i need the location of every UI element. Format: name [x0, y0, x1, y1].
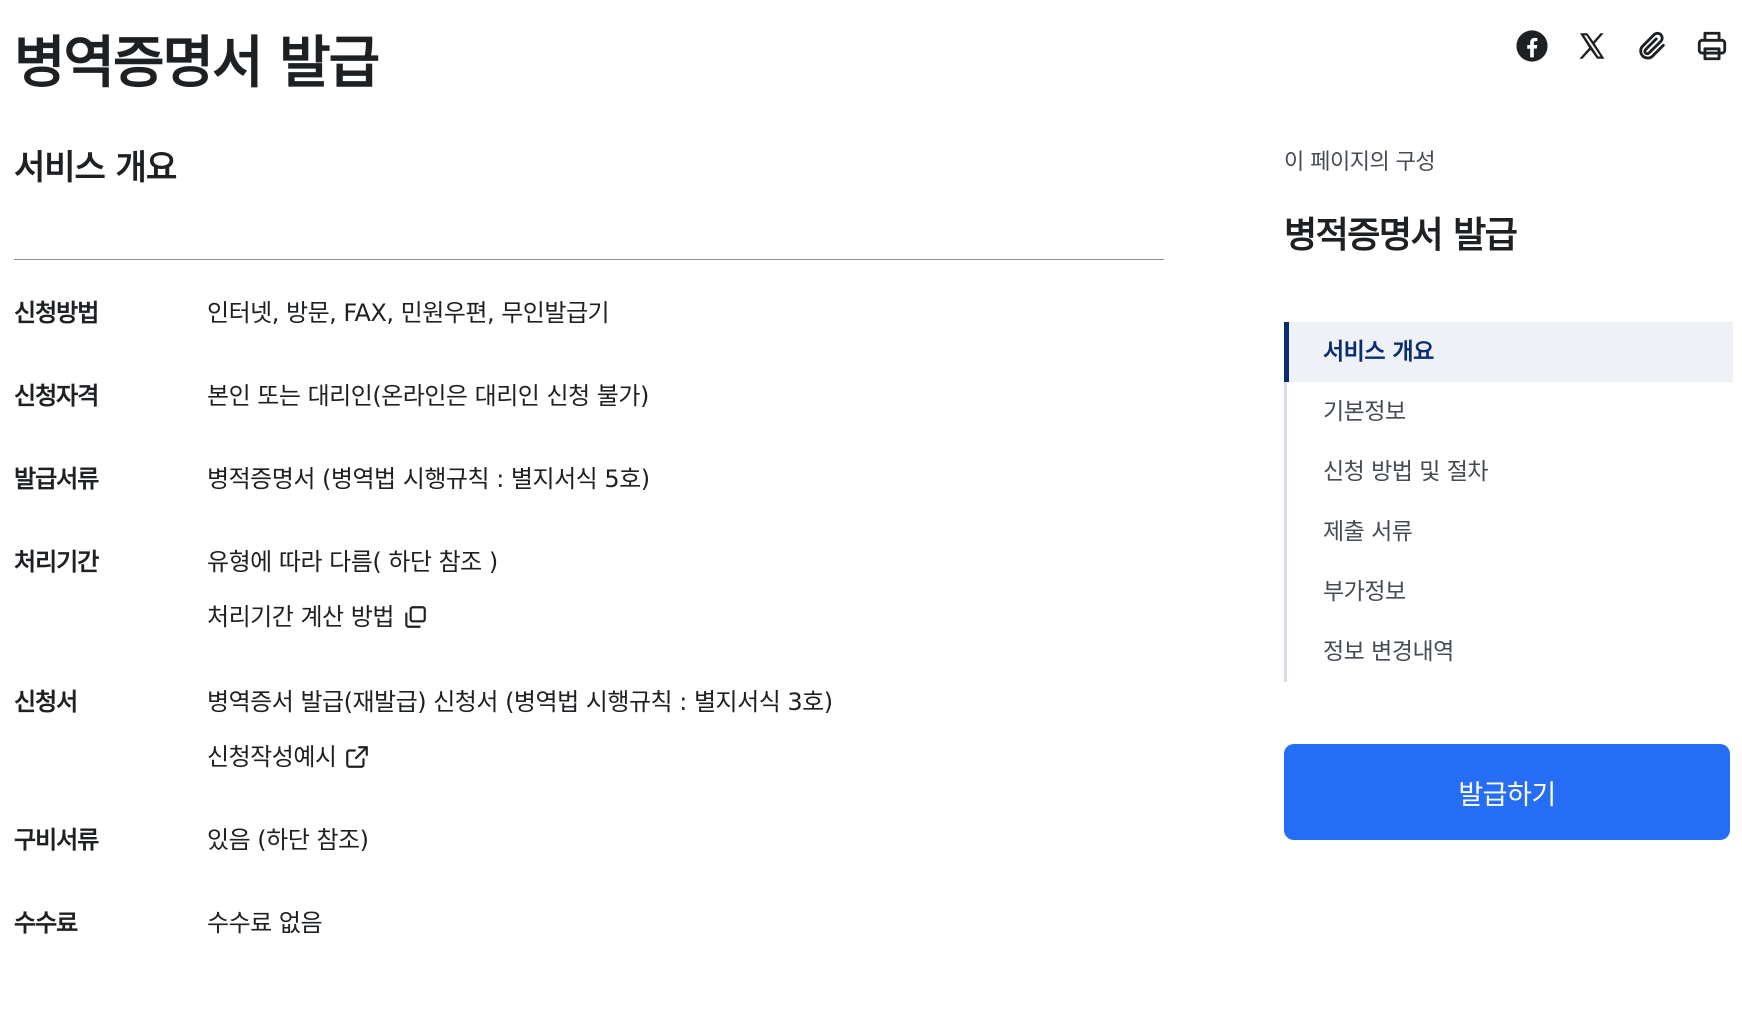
x-twitter-icon: [1579, 33, 1605, 59]
row-label: 구비서류: [14, 826, 99, 854]
external-link-icon: [346, 746, 369, 768]
row-value: 수수료 없음: [207, 909, 323, 937]
printer-icon: [1697, 31, 1727, 61]
link-label: 처리기간 계산 방법: [207, 603, 394, 631]
issue-button[interactable]: 발급하기: [1284, 744, 1730, 840]
row-value: 유형에 따라 다름( 하단 참조 ): [207, 548, 498, 576]
row-label: 수수료: [14, 909, 78, 937]
paperclip-icon: [1639, 31, 1665, 60]
row-label: 발급서류: [14, 465, 99, 493]
toc-item-change-history[interactable]: 정보 변경내역: [1287, 622, 1733, 682]
section-title: 서비스 개요: [14, 148, 177, 188]
toc-item-submission-docs[interactable]: 제출 서류: [1287, 502, 1733, 562]
toc-item-method-procedure[interactable]: 신청 방법 및 절차: [1287, 442, 1733, 502]
row-value: 병역증서 발급(재발급) 신청서 (병역법 시행규칙 : 별지서식 3호): [207, 688, 833, 716]
row-label: 신청방법: [14, 299, 99, 327]
toc-list: 서비스 개요 기본정보 신청 방법 및 절차 제출 서류 부가정보 정보 변경내…: [1284, 322, 1733, 682]
x-share-button[interactable]: [1572, 26, 1612, 66]
toc-caption: 이 페이지의 구성: [1284, 150, 1436, 175]
service-overview-section: 서비스 개요 신청방법 인터넷, 방문, FAX, 민원우편, 무인발급기 신청…: [14, 140, 1164, 937]
section-divider: [14, 259, 1164, 260]
toc-item-additional-info[interactable]: 부가정보: [1287, 562, 1733, 622]
copy-window-icon: [405, 606, 426, 628]
copy-link-button[interactable]: [1632, 26, 1672, 66]
toc-item-service-overview[interactable]: 서비스 개요: [1284, 322, 1733, 382]
row-value: 병적증명서 (병역법 시행규칙 : 별지서식 5호): [207, 465, 650, 493]
toc-item-basic-info[interactable]: 기본정보: [1287, 382, 1733, 442]
row-label: 신청자격: [14, 382, 99, 410]
share-toolbar: [1512, 26, 1732, 66]
facebook-icon: [1516, 30, 1548, 62]
page-toc: 이 페이지의 구성 병적증명서 발급 서비스 개요 기본정보 신청 방법 및 절…: [1284, 144, 1733, 840]
toc-title: 병적증명서 발급: [1284, 215, 1518, 256]
link-label: 신청작성예시: [207, 743, 337, 771]
processing-time-calc-link[interactable]: 처리기간 계산 방법: [207, 600, 428, 634]
row-label: 신청서: [14, 688, 78, 716]
application-example-link[interactable]: 신청작성예시: [207, 740, 370, 774]
row-value: 본인 또는 대리인(온라인은 대리인 신청 불가): [207, 382, 649, 410]
facebook-share-button[interactable]: [1512, 26, 1552, 66]
row-label: 처리기간: [14, 548, 99, 576]
print-button[interactable]: [1692, 26, 1732, 66]
row-value: 있음 (하단 참조): [207, 826, 369, 854]
row-value: 인터넷, 방문, FAX, 민원우편, 무인발급기: [207, 299, 610, 327]
page-title: 병역증명서 발급: [14, 31, 380, 96]
